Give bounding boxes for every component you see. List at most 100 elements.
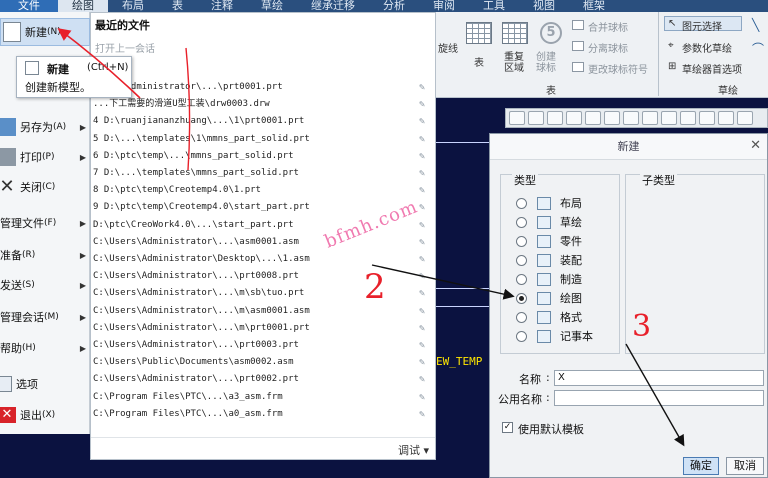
sketch-group-label[interactable]: 草绘 [718, 82, 738, 97]
pin-icon[interactable]: ✎ [419, 268, 425, 285]
sketch-icon[interactable] [623, 111, 639, 125]
tab-sketch[interactable]: 草绘 [247, 0, 297, 12]
file-menu-manage-session[interactable]: 管理会话 (M) ▶ [0, 306, 90, 328]
cancel-button[interactable]: 取消 [726, 457, 764, 475]
type-option[interactable]: 记事本 [516, 328, 616, 344]
create-balloon-icon[interactable]: 5 [540, 22, 562, 44]
file-menu-manage-file[interactable]: 管理文件 (F) ▶ [0, 212, 90, 234]
point-display-icon[interactable] [699, 111, 715, 125]
split-balloon-icon[interactable] [572, 41, 584, 51]
element-select-label[interactable]: 图元选择 [682, 18, 722, 33]
pin-icon[interactable]: ✎ [419, 182, 425, 199]
file-menu-close[interactable]: ✕ 关闭 (C) [0, 176, 90, 198]
sketcher-pref-label[interactable]: 草绘器首选项 [682, 61, 742, 76]
type-option[interactable]: 布局 [516, 195, 616, 211]
repeat-region-label[interactable]: 重复区域 [504, 52, 528, 74]
tab-view[interactable]: 视图 [519, 0, 569, 12]
merge-balloon-icon[interactable] [572, 20, 584, 30]
pin-icon[interactable]: ✎ [419, 285, 425, 302]
radio-button[interactable] [516, 197, 527, 209]
file-menu-send[interactable]: 发送 (S) ▶ [0, 274, 90, 296]
recent-file-row[interactable]: 6 D:\ptc\temp\...\mmns_part_solid.prt ✎ [91, 148, 433, 165]
radio-button[interactable] [516, 330, 527, 342]
offset-tool-icon[interactable]: ⌒ [752, 40, 764, 57]
repaint-icon[interactable] [566, 111, 582, 125]
recent-file-row[interactable]: 4 D:\ruanjiananzhuang\...\1\prt0001.prt ✎ [91, 113, 433, 130]
type-option[interactable]: 草绘 [516, 214, 616, 230]
pin-icon[interactable]: ✎ [419, 234, 425, 251]
close-icon[interactable]: ✕ [750, 138, 761, 153]
tab-analysis[interactable]: 分析 [369, 0, 419, 12]
file-menu-exit[interactable]: ✕ 退出 (X) [0, 404, 90, 426]
zoom-fit-icon[interactable] [509, 111, 525, 125]
radio-button[interactable] [516, 311, 527, 323]
recent-file-row[interactable]: C:\Program Files\PTC\...\a0_asm.frm ✎ [91, 406, 433, 423]
tab-legacy-migration[interactable]: 继承迁移 [297, 0, 369, 12]
ok-button[interactable]: 确定 [683, 457, 719, 475]
common-name-field[interactable] [554, 390, 764, 406]
recent-file-row[interactable]: C:\Users\Administrator\...\prt0008.prt ✎ [91, 268, 433, 285]
recent-file-row[interactable]: 8 D:\ptc\temp\Creotemp4.0\1.prt ✎ [91, 182, 433, 199]
tab-tools[interactable]: 工具 [469, 0, 519, 12]
radio-button[interactable] [516, 292, 527, 304]
pin-icon[interactable]: ✎ [419, 337, 425, 354]
default-template-checkbox[interactable]: ✓ [502, 422, 513, 433]
zoom-out-icon[interactable] [547, 111, 563, 125]
type-option[interactable]: 装配 [516, 252, 616, 268]
pin-icon[interactable]: ✎ [419, 131, 425, 148]
settings-icon[interactable] [661, 111, 677, 125]
table-group-label[interactable]: 表 [546, 82, 556, 97]
draft-icon[interactable] [604, 111, 620, 125]
type-option[interactable]: 格式 [516, 309, 616, 325]
recent-file-row[interactable]: ...rs\Administrator\...\prt0001.prt ✎ [91, 79, 433, 96]
recent-file-row[interactable]: C:\Users\Administrator\...\prt0003.prt ✎ [91, 337, 433, 354]
pin-icon[interactable]: ✎ [419, 113, 425, 130]
file-menu-new[interactable]: 新建 (N) [0, 18, 90, 46]
tab-drawing[interactable]: 绘图 [58, 0, 108, 12]
change-balloon-icon[interactable] [572, 62, 584, 72]
change-balloon-label[interactable]: 更改球标符号 [588, 61, 648, 76]
tab-frame[interactable]: 框架 [569, 0, 619, 12]
pin-icon[interactable]: ✎ [419, 354, 425, 371]
recent-file-row[interactable]: C:\Users\Administrator\...\m\asm0001.asm… [91, 303, 433, 320]
param-sketch-label[interactable]: 参数化草绘 [682, 40, 732, 55]
zoom-in-icon[interactable] [528, 111, 544, 125]
pin-icon[interactable]: ✎ [419, 251, 425, 268]
new-submenu[interactable]: 新建 (Ctrl+N) 创建新模型。 [16, 56, 132, 98]
line-label[interactable]: 旋线 [438, 40, 458, 55]
radio-button[interactable] [516, 235, 527, 247]
pin-icon[interactable]: ✎ [419, 217, 425, 234]
pin-icon[interactable]: ✎ [419, 406, 425, 423]
plane-display-icon[interactable] [737, 111, 753, 125]
open-last-session[interactable]: 打开上一会话 [95, 40, 155, 55]
radio-button[interactable] [516, 254, 527, 266]
pin-icon[interactable]: ✎ [419, 96, 425, 113]
filter-icon[interactable] [642, 111, 658, 125]
recent-file-row[interactable]: C:\Users\Administrator\...\asm0001.asm ✎ [91, 234, 433, 251]
file-menu-prepare[interactable]: 准备 (R) ▶ [0, 244, 90, 266]
table-icon[interactable] [466, 22, 492, 44]
debug-dropdown[interactable]: 调试 ▾ [398, 442, 429, 458]
tab-file[interactable]: 文件 [0, 0, 58, 12]
recent-file-row[interactable]: ...下工需要的滑道U型工装\drw0003.drw ✎ [91, 96, 433, 113]
recent-file-row[interactable]: 5 D:\...\templates\1\mmns_part_solid.prt… [91, 131, 433, 148]
axis-display-icon[interactable] [718, 111, 734, 125]
tab-table[interactable]: 表 [158, 0, 197, 12]
type-option[interactable]: 绘图 [516, 290, 616, 306]
pin-icon[interactable]: ✎ [419, 389, 425, 406]
pin-icon[interactable]: ✎ [419, 148, 425, 165]
create-balloon-label[interactable]: 创建球标 [536, 52, 562, 74]
split-balloon-label[interactable]: 分离球标 [588, 40, 628, 55]
pin-icon[interactable]: ✎ [419, 303, 425, 320]
name-field[interactable]: X [554, 370, 764, 386]
pin-icon[interactable]: ✎ [419, 165, 425, 182]
recent-file-row[interactable]: C:\Program Files\PTC\...\a3_asm.frm ✎ [91, 389, 433, 406]
repeat-region-icon[interactable] [502, 22, 528, 44]
file-menu-save-as[interactable]: 另存为 (A) ▶ [0, 116, 90, 138]
recent-file-row[interactable]: 7 D:\...\templates\mmns_part_solid.prt ✎ [91, 165, 433, 182]
type-option[interactable]: 零件 [516, 233, 616, 249]
file-menu-options[interactable]: 选项 [0, 373, 90, 395]
recent-file-row[interactable]: C:\Users\Administrator\...\m\prt0001.prt… [91, 320, 433, 337]
tab-review[interactable]: 审阅 [419, 0, 469, 12]
recent-file-row[interactable]: C:\Users\Public\Documents\asm0002.asm ✎ [91, 354, 433, 371]
